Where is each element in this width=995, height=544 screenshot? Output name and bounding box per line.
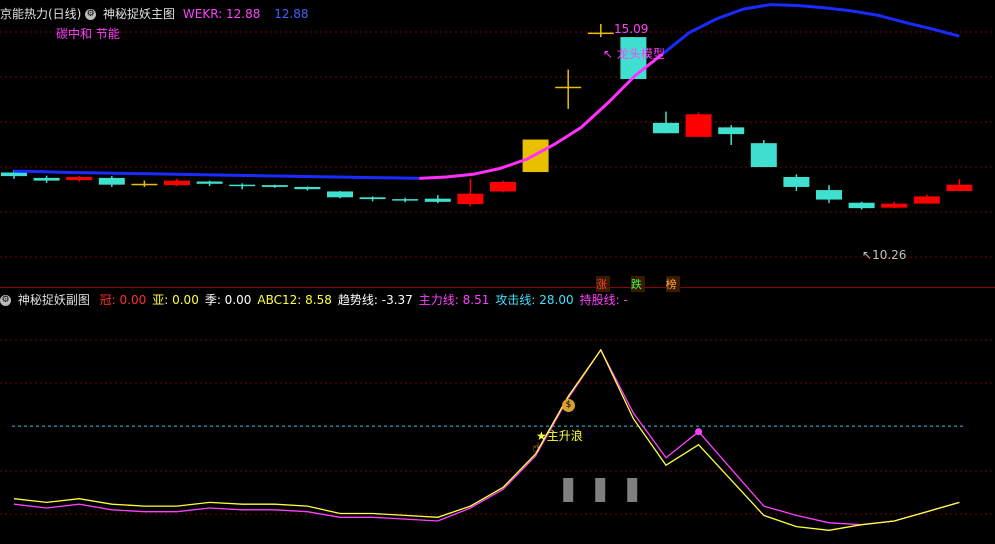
candle-body bbox=[587, 32, 614, 35]
rank-tags: 涨 跌 榜 bbox=[596, 276, 680, 292]
low-price-text: 10.26 bbox=[872, 248, 907, 262]
candle-body bbox=[783, 177, 810, 187]
volume-mark bbox=[595, 478, 606, 502]
sub-indicator-item: ABC12: 8.58 bbox=[257, 293, 332, 307]
candle-body bbox=[229, 184, 256, 187]
candle-body bbox=[946, 184, 973, 191]
rank-tag-list[interactable]: 榜 bbox=[665, 276, 680, 292]
candle-body bbox=[327, 191, 353, 198]
sub-lines-layer bbox=[12, 348, 965, 531]
main-indicator-name[interactable]: 神秘捉妖主图 bbox=[103, 7, 175, 21]
volume-mark bbox=[563, 478, 574, 502]
sub-indicator-item: 主力线: 8.51 bbox=[418, 293, 490, 307]
candle-body bbox=[98, 177, 125, 185]
candle-body bbox=[424, 198, 451, 202]
candle-body bbox=[1, 172, 27, 177]
hand-pointer-icon: ☝ bbox=[532, 441, 540, 456]
concept-tags: 碳中和 节能 bbox=[56, 27, 120, 41]
sub-indicator-item: 季: 0.00 bbox=[204, 293, 252, 307]
sub-indicator-item: 持股线: - bbox=[579, 293, 628, 307]
sub-gridlines bbox=[0, 339, 995, 515]
candle-body bbox=[913, 196, 940, 204]
candle-body bbox=[718, 127, 745, 135]
candle-body bbox=[816, 190, 842, 200]
main-wave-text: 主升浪 bbox=[546, 429, 583, 443]
chart-canvas[interactable] bbox=[0, 0, 995, 544]
candle-body bbox=[490, 181, 516, 192]
signal-dot bbox=[695, 428, 703, 436]
rank-tag-up[interactable]: 涨 bbox=[596, 276, 610, 292]
candle-body bbox=[457, 193, 484, 205]
candle-body bbox=[196, 181, 223, 184]
series-line bbox=[13, 348, 960, 526]
candle-body bbox=[261, 185, 288, 187]
candle-body bbox=[881, 203, 908, 208]
main-header: 京能热力(日线) ⚙ 神秘捉妖主图 WEKR: 12.88 12.88 bbox=[0, 5, 309, 22]
candle-body bbox=[555, 86, 582, 89]
candles-layer bbox=[1, 24, 973, 210]
sub-indicator-name[interactable]: 神秘捉妖副图 bbox=[18, 293, 90, 307]
volume-mark bbox=[627, 478, 638, 502]
money-bag-icon: $ bbox=[562, 399, 575, 412]
sub-indicator-item: 冠: 0.00 bbox=[99, 293, 147, 307]
candle-body bbox=[294, 186, 321, 190]
ma-line-layer bbox=[13, 3, 960, 180]
wekr-value2: 12.88 bbox=[274, 7, 309, 21]
settings-icon[interactable]: ⚙ bbox=[0, 295, 11, 306]
wekr-value: WEKR: 12.88 bbox=[182, 7, 261, 21]
low-price-label: ↖10.26 bbox=[862, 248, 907, 262]
sub-indicator-item: 亚: 0.00 bbox=[152, 293, 199, 307]
sub-header: ⚙ 神秘捉妖副图 冠: 0.00 亚: 0.00 季: 0.00 ABC12: 8.5… bbox=[0, 291, 628, 308]
candle-body bbox=[653, 122, 679, 134]
sub-indicator-item: 趋势线: -3.37 bbox=[337, 293, 413, 307]
settings-icon[interactable]: ⚙ bbox=[85, 9, 97, 20]
main-gridlines bbox=[0, 31, 995, 258]
candle-body bbox=[164, 180, 190, 186]
sub-indicator-item: 攻击线: 28.00 bbox=[495, 293, 574, 307]
high-price-label: 15.09 bbox=[614, 22, 649, 36]
candle-body bbox=[848, 202, 875, 209]
candle-body bbox=[750, 143, 777, 168]
stock-name[interactable]: 京能热力(日线) bbox=[0, 7, 81, 21]
main-wave-label: ★主升浪 bbox=[536, 429, 583, 443]
candle-body bbox=[359, 197, 386, 200]
candle-body bbox=[33, 177, 60, 181]
model-label: ↖ 龙头模型 bbox=[603, 47, 665, 61]
candle-body bbox=[66, 177, 93, 181]
candle-body bbox=[131, 183, 158, 186]
model-label-text: 龙头模型 bbox=[616, 47, 665, 61]
series-line bbox=[13, 348, 960, 531]
ma-line-down bbox=[661, 3, 960, 56]
panel-separator bbox=[0, 287, 995, 288]
sub-indicator-values: 冠: 0.00 亚: 0.00 季: 0.00 ABC12: 8.58 趋势线: -3.… bbox=[94, 293, 628, 307]
candle-body bbox=[392, 199, 419, 201]
rank-tag-down[interactable]: 跌 bbox=[630, 276, 645, 292]
stock-chart-window: 京能热力(日线) ⚙ 神秘捉妖主图 WEKR: 12.88 12.88 碳中和 … bbox=[0, 0, 995, 544]
candle-body bbox=[685, 114, 712, 137]
